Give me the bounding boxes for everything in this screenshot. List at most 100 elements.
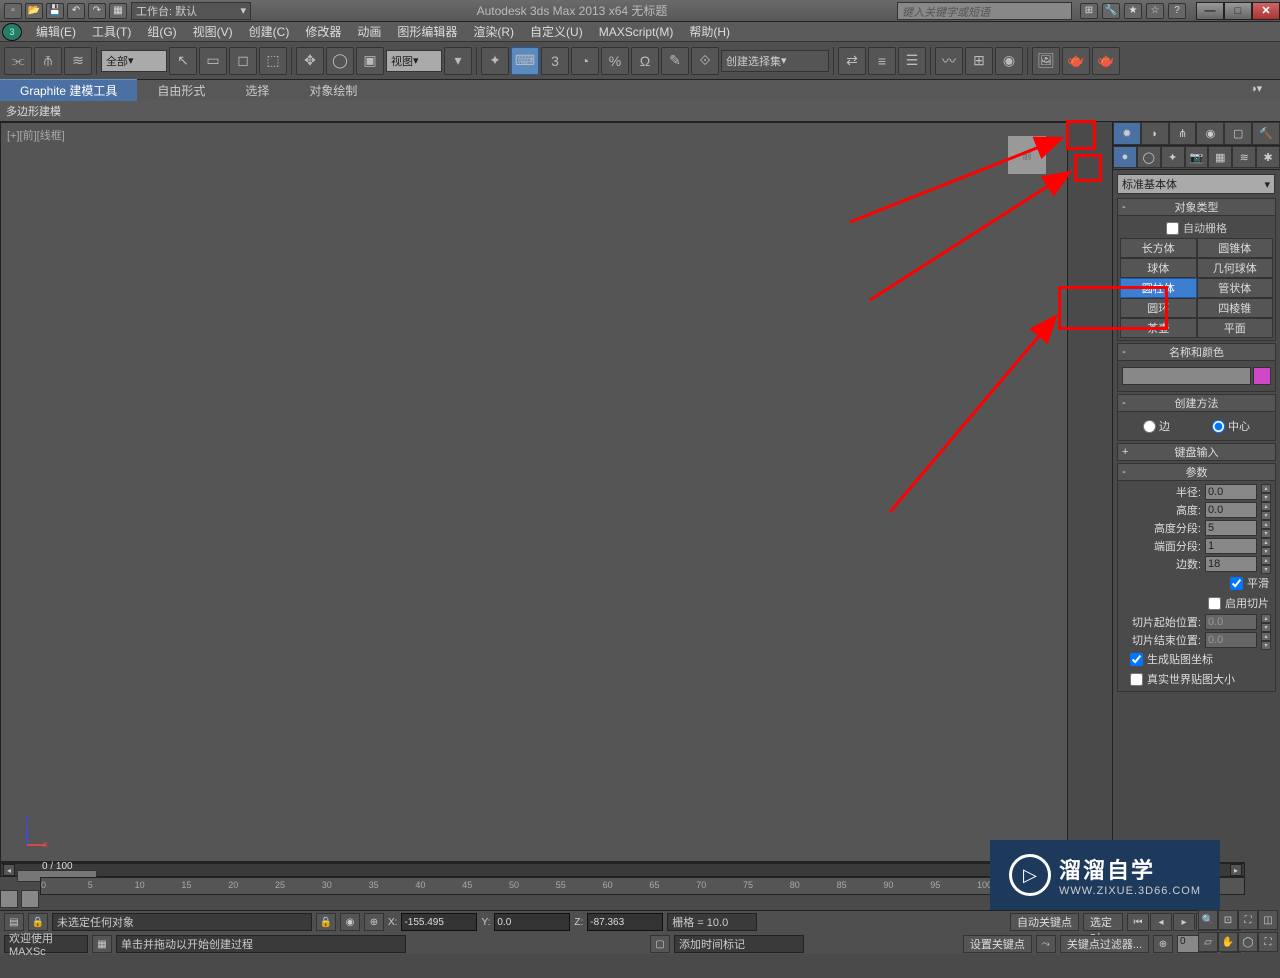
select-object-icon[interactable]: ↖ (169, 47, 197, 75)
workspace-dropdown[interactable]: 工作台: 默认▾ (131, 2, 251, 20)
manipulate-icon[interactable]: ✦ (481, 47, 509, 75)
goto-start-icon[interactable]: ⏮ (1127, 913, 1149, 931)
select-name-icon[interactable]: ▭ (199, 47, 227, 75)
capseg-spinner[interactable]: 1 (1205, 538, 1257, 554)
menu-group[interactable]: 组(G) (139, 21, 184, 42)
menu-create[interactable]: 创建(C) (241, 21, 298, 42)
play-icon[interactable]: ▸ (1173, 913, 1195, 931)
time-slider-buttons[interactable] (0, 890, 42, 910)
lock-icon[interactable]: 🔒 (316, 913, 336, 931)
cmd-tab-motion[interactable]: ◉ (1196, 122, 1224, 145)
setkey-button[interactable]: 设置关键点 (963, 935, 1032, 953)
prev-frame-icon[interactable]: ◂ (1150, 913, 1172, 931)
scale-icon[interactable]: ▣ (356, 47, 384, 75)
cmd-tab-hierarchy[interactable]: ⋔ (1169, 122, 1197, 145)
select-rect-icon[interactable]: ◻ (229, 47, 257, 75)
menu-modifiers[interactable]: 修改器 (297, 21, 349, 42)
obj-btn-torus[interactable]: 圆环 (1120, 298, 1197, 318)
sides-spinner[interactable]: 18 (1205, 556, 1257, 572)
radio-edge[interactable] (1143, 420, 1156, 433)
unlink-icon[interactable]: ⫚ (34, 47, 62, 75)
menu-animation[interactable]: 动画 (349, 21, 389, 42)
named-selection-dropdown[interactable]: 创建选择集 ▾ (721, 50, 829, 72)
radius-spinner-buttons[interactable]: ▴▾ (1261, 484, 1271, 500)
maximize-button[interactable]: □ (1224, 2, 1252, 20)
rotate-icon[interactable]: ◯ (326, 47, 354, 75)
pivot-icon[interactable]: ▾ (444, 47, 472, 75)
layers-icon[interactable]: ☰ (898, 47, 926, 75)
x-coord-input[interactable]: -155.495 (401, 913, 477, 931)
menu-maxscript[interactable]: MAXScript(M) (591, 23, 682, 41)
refcoord-dropdown[interactable]: 视图 ▾ (386, 50, 442, 72)
obj-btn-teapot[interactable]: 茶壶 (1120, 318, 1197, 338)
help-icon[interactable]: ? (1168, 3, 1186, 19)
new-icon[interactable]: ▫ (4, 3, 22, 19)
script-listener-icon[interactable]: ▦ (92, 935, 112, 953)
zoom-icon[interactable]: 🔍 (1198, 910, 1218, 930)
menu-tools[interactable]: 工具(T) (84, 21, 139, 42)
favorites-icon[interactable]: ☆ (1146, 3, 1164, 19)
snap-toggle-icon[interactable]: 3 (541, 47, 569, 75)
obj-btn-plane[interactable]: 平面 (1197, 318, 1274, 338)
keyboard-shortcut-icon[interactable]: ⌨ (511, 47, 539, 75)
zoom-all-icon[interactable]: ⊡ (1218, 910, 1238, 930)
open-icon[interactable]: 📂 (25, 3, 43, 19)
save-icon[interactable]: 💾 (46, 3, 64, 19)
ribbon-tab-objectpaint[interactable]: 对象绘制 (289, 80, 377, 101)
sides-spinner-buttons[interactable]: ▴▾ (1261, 556, 1271, 572)
menu-help[interactable]: 帮助(H) (681, 21, 738, 42)
menu-grapheditors[interactable]: 图形编辑器 (389, 21, 465, 42)
key-mode-icon[interactable]: ⤳ (1036, 935, 1056, 953)
exchange-icon[interactable]: ★ (1124, 3, 1142, 19)
comm-center-icon[interactable]: 🔧 (1102, 3, 1120, 19)
autokey-button[interactable]: 自动关键点 (1010, 913, 1079, 931)
object-name-input[interactable] (1122, 367, 1251, 385)
app-icon[interactable]: 3 (2, 23, 22, 41)
redo-icon[interactable]: ↷ (88, 3, 106, 19)
time-config-icon[interactable]: ⊕ (1153, 935, 1173, 953)
realworld-checkbox[interactable] (1130, 673, 1143, 686)
cmd-tab-utilities[interactable]: 🔨 (1252, 122, 1280, 145)
viewport-label[interactable]: [+][前][线框] (7, 127, 65, 143)
object-color-swatch[interactable] (1253, 367, 1271, 385)
minimize-button[interactable]: — (1196, 2, 1224, 20)
time-tag-icon[interactable]: ▢ (650, 935, 670, 953)
search-help-icon[interactable]: ⊞ (1080, 3, 1098, 19)
height-spinner-buttons[interactable]: ▴▾ (1261, 502, 1271, 518)
ribbon-collapse-icon[interactable]: ◑▾ (1250, 82, 1272, 98)
cmd-tab-display[interactable]: ▢ (1224, 122, 1252, 145)
rollout-header-kbdentry[interactable]: +键盘输入 (1117, 443, 1276, 461)
key-filters-button[interactable]: 关键点过滤器... (1060, 935, 1149, 953)
scroll-left-icon[interactable]: ◂ (3, 864, 15, 876)
primitive-category-dropdown[interactable]: 标准基本体▾ (1117, 174, 1275, 194)
subcat-shapes[interactable]: ◯ (1137, 146, 1161, 168)
autogrid-checkbox[interactable] (1166, 222, 1179, 235)
percent-snap-icon[interactable]: % (601, 47, 629, 75)
window-crossing-icon[interactable]: ⬚ (259, 47, 287, 75)
obj-btn-geosphere[interactable]: 几何球体 (1197, 258, 1274, 278)
toggle-edit-icon[interactable]: ⟐ (691, 47, 719, 75)
obj-btn-sphere[interactable]: 球体 (1120, 258, 1197, 278)
fov-icon[interactable]: ▱ (1198, 932, 1218, 952)
selected-dropdown[interactable]: 选定对 (1083, 913, 1123, 931)
y-coord-input[interactable]: 0.0 (494, 913, 570, 931)
scroll-right-icon[interactable]: ▸ (1230, 864, 1242, 876)
rollout-header-createmethod[interactable]: -创建方法 (1117, 394, 1276, 412)
render-setup-icon[interactable]: 🖼 (1032, 47, 1060, 75)
transform-type-icon[interactable]: ⊕ (364, 913, 384, 931)
subcat-helpers[interactable]: ▦ (1208, 146, 1232, 168)
mirror-icon[interactable]: ⇄ (838, 47, 866, 75)
selectlink-icon[interactable]: ⫘ (4, 47, 32, 75)
obj-btn-cone[interactable]: 圆锥体 (1197, 238, 1274, 258)
menu-edit[interactable]: 编辑(E) (28, 21, 84, 42)
capseg-spinner-buttons[interactable]: ▴▾ (1261, 538, 1271, 554)
subcat-systems[interactable]: ✱ (1256, 146, 1280, 168)
ribbon-panel-polymodeling[interactable]: 多边形建模 (6, 103, 61, 119)
render-icon[interactable]: 🫖 (1092, 47, 1120, 75)
heightseg-spinner[interactable]: 5 (1205, 520, 1257, 536)
obj-btn-tube[interactable]: 管状体 (1197, 278, 1274, 298)
obj-btn-box[interactable]: 长方体 (1120, 238, 1197, 258)
move-icon[interactable]: ✥ (296, 47, 324, 75)
render-frame-icon[interactable]: 🫖 (1062, 47, 1090, 75)
next-key-icon[interactable] (21, 890, 39, 908)
